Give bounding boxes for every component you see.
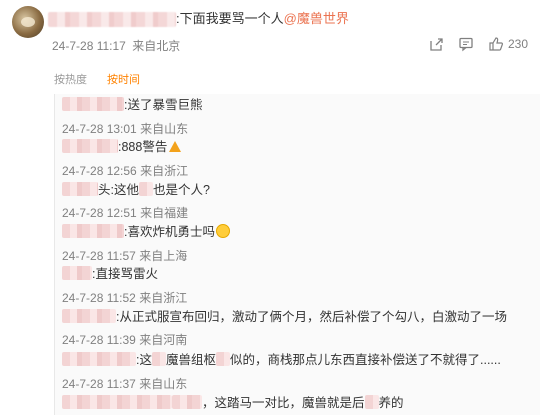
blurred-word — [138, 182, 153, 196]
blurred-username[interactable] — [62, 224, 124, 238]
mention-link[interactable]: @魔兽世界 — [284, 11, 349, 26]
like-count: 230 — [507, 37, 528, 51]
blurred-username[interactable] — [62, 352, 136, 366]
reply-text: :这 — [136, 353, 152, 367]
reply-item: :直接骂雷火 — [62, 266, 158, 282]
reply-time: 24-7-28 11:57 — [62, 249, 136, 263]
reply-time: 24-7-28 12:56 — [62, 164, 137, 178]
blurred-username[interactable] — [62, 266, 92, 280]
reply-location: 来自上海 — [139, 249, 188, 263]
reply-meta: 24-7-28 11:57 来自上海 — [62, 247, 187, 264]
like-icon — [488, 36, 504, 52]
reply-meta: 24-7-28 12:51 来自福建 — [62, 204, 188, 221]
reply-location: 来自山东 — [139, 377, 188, 391]
reply-meta: 24-7-28 12:56 来自浙江 — [62, 162, 188, 179]
reply-item: :喜欢炸机勇士吗 — [62, 224, 230, 240]
post-text: :下面我要骂一个人 — [176, 11, 284, 26]
reply-location: 来自河南 — [139, 333, 188, 347]
blurred-username[interactable] — [62, 395, 172, 409]
reply-time: 24-7-28 13:01 — [62, 122, 137, 136]
sort-by-time[interactable]: 按时间 — [107, 71, 140, 87]
reply-text-cont: 也是个人? — [152, 183, 210, 197]
grin-emoji-icon — [215, 224, 230, 238]
reply-item: ，这踏马一对比，魔兽就是后 养的 — [62, 395, 404, 411]
reply-meta: 24-7-28 13:01 来自山东 — [62, 120, 188, 137]
reply-item: :送了暴雪巨熊 — [62, 97, 202, 113]
warning-icon — [169, 141, 182, 152]
reply-text: :直接骂雷火 — [92, 267, 158, 281]
post-meta: 24-7-28 11:17 来自北京 — [52, 37, 180, 54]
reply-location: 来自浙江 — [139, 291, 188, 305]
reply-text: 头:这他 — [98, 183, 139, 197]
reply-time: 24-7-28 12:51 — [62, 206, 137, 220]
weibo-post: :下面我要骂一个人@魔兽世界 24-7-28 11:17 来自北京 230 — [0, 0, 540, 60]
post-location: 来自北京 — [132, 39, 181, 53]
like-button[interactable]: 230 — [488, 36, 528, 52]
blurred-username[interactable] — [62, 182, 98, 196]
blurred-word — [364, 395, 379, 409]
reply-text-cont: 魔兽组枢 — [165, 353, 216, 367]
reply-text: :送了暴雪巨熊 — [124, 98, 203, 112]
blurred-word — [151, 352, 166, 366]
reply-text: :从正式服宣布回归，激动了俩个月，然后补偿了个勾八，白激动了一场 — [116, 310, 507, 324]
blurred-username[interactable] — [62, 139, 118, 153]
avatar[interactable] — [12, 6, 44, 38]
reply-location: 来自山东 — [140, 122, 189, 136]
reply-meta: 24-7-28 11:39 来自河南 — [62, 331, 187, 348]
share-icon[interactable] — [428, 36, 444, 52]
reply-location: 来自浙江 — [140, 164, 189, 178]
reply-text-cont: 似的，商栈那点儿东西直接补偿送了不就得了...... — [230, 353, 501, 367]
blurred-word — [216, 352, 230, 366]
blurred-username[interactable] — [62, 309, 116, 323]
post-actions: 230 — [428, 36, 528, 52]
sort-by-heat[interactable]: 按热度 — [54, 71, 87, 87]
sort-bar: 按热度 按时间 — [0, 64, 540, 90]
blurred-username[interactable] — [48, 12, 176, 28]
reply-text: :888警告 — [118, 140, 168, 154]
reply-time: 24-7-28 11:39 — [62, 333, 136, 347]
post-time: 24-7-28 11:17 — [52, 39, 126, 53]
reply-time: 24-7-28 11:37 — [62, 377, 136, 391]
reply-item: :888警告 — [62, 139, 182, 155]
reply-meta: 24-7-28 11:37 来自山东 — [62, 375, 187, 392]
reply-item: 头:这他 也是个人? — [62, 182, 210, 198]
reply-text-cont: 养的 — [378, 396, 404, 410]
blurred-username[interactable] — [62, 97, 124, 111]
reply-item: :这 魔兽组枢 似的，商栈那点儿东西直接补偿送了不就得了...... — [62, 352, 501, 368]
reply-text: :喜欢炸机勇士吗 — [124, 225, 215, 239]
reply-location: 来自福建 — [140, 206, 189, 220]
reply-text: ，这踏马一对比，魔兽就是后 — [202, 396, 365, 410]
reply-time: 24-7-28 11:52 — [62, 291, 136, 305]
blurred-word — [172, 395, 202, 409]
post-content: :下面我要骂一个人@魔兽世界 — [48, 10, 349, 28]
comment-icon[interactable] — [458, 36, 474, 52]
reply-meta: 24-7-28 11:52 来自浙江 — [62, 289, 187, 306]
reply-item: :从正式服宣布回归，激动了俩个月，然后补偿了个勾八，白激动了一场 — [62, 309, 507, 325]
